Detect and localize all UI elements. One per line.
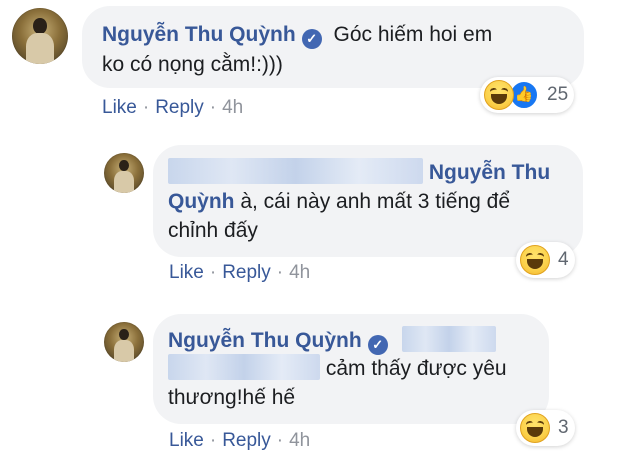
reply-link[interactable]: Reply: [155, 97, 204, 118]
reply-link[interactable]: Reply: [222, 430, 271, 451]
haha-icon: [520, 413, 550, 443]
comment-author[interactable]: Nguyễn Thu Quỳnh: [168, 329, 362, 352]
comment-text-rest: à, cái này anh mất 3 tiếng để: [234, 190, 511, 213]
comment-line: cảm thấy được yêu: [168, 354, 507, 384]
reaction-summary[interactable]: 👍 25: [480, 77, 575, 113]
like-link[interactable]: Like: [102, 97, 137, 118]
comment-text: Quỳnh à, cái này anh mất 3 tiếng để: [168, 187, 510, 217]
avatar-figure-body: [114, 340, 134, 362]
redacted-name: [401, 326, 496, 352]
redacted-name: [168, 158, 423, 184]
separator-dot: ·: [276, 262, 284, 283]
like-link[interactable]: Like: [169, 262, 204, 283]
avatar-figure-head: [119, 160, 129, 172]
comment-line: Nguyễn Thu Quỳnh ✓: [168, 326, 496, 356]
separator-dot: ·: [142, 97, 150, 118]
avatar-figure-head: [119, 329, 129, 341]
avatar[interactable]: [104, 322, 144, 362]
comment-text: Góc hiếm hoi em: [333, 23, 493, 46]
avatar-figure-body: [26, 33, 54, 64]
reaction-count: 25: [547, 84, 569, 105]
comment-text: thương!hế hế: [168, 386, 296, 409]
avatar[interactable]: [12, 8, 68, 64]
comment-line: Nguyễn Thu Quỳnh ✓ Góc hiếm hoi em: [102, 20, 492, 50]
timestamp[interactable]: 4h: [289, 430, 310, 451]
mention-link[interactable]: Quỳnh: [168, 190, 235, 213]
comment-author[interactable]: Nguyễn Thu Quỳnh: [102, 23, 296, 46]
verified-badge-icon: ✓: [301, 29, 322, 49]
reaction-count: 3: [558, 417, 569, 438]
like-link[interactable]: Like: [169, 430, 204, 451]
comment-text: cảm thấy được yêu: [325, 357, 507, 380]
avatar-figure-body: [114, 171, 134, 193]
separator-dot: ·: [276, 430, 284, 451]
timestamp[interactable]: 4h: [289, 262, 310, 283]
redacted-name: [168, 354, 320, 380]
haha-icon: [484, 80, 514, 110]
separator-dot: ·: [209, 262, 217, 283]
comment-line: Nguyễn Thu: [168, 158, 550, 188]
mention-link[interactable]: Nguyễn Thu: [429, 161, 550, 184]
comment-text: ko có nọng cằm!:))): [102, 53, 283, 76]
separator-dot: ·: [209, 97, 217, 118]
haha-icon: [520, 245, 550, 275]
reaction-count: 4: [558, 249, 569, 270]
avatar[interactable]: [104, 153, 144, 193]
comment-actions: Like · Reply · 4h: [169, 260, 310, 286]
comment-text: chỉnh đấy: [168, 219, 258, 242]
separator-dot: ·: [209, 430, 217, 451]
reply-link[interactable]: Reply: [222, 262, 271, 283]
avatar-figure-head: [33, 18, 47, 34]
verified-badge-icon: ✓: [367, 335, 388, 355]
reaction-summary[interactable]: 4: [516, 242, 575, 278]
comment-actions: Like · Reply · 4h: [102, 95, 243, 121]
reaction-summary[interactable]: 3: [516, 410, 575, 446]
comment-actions: Like · Reply · 4h: [169, 428, 310, 454]
timestamp[interactable]: 4h: [222, 97, 243, 118]
